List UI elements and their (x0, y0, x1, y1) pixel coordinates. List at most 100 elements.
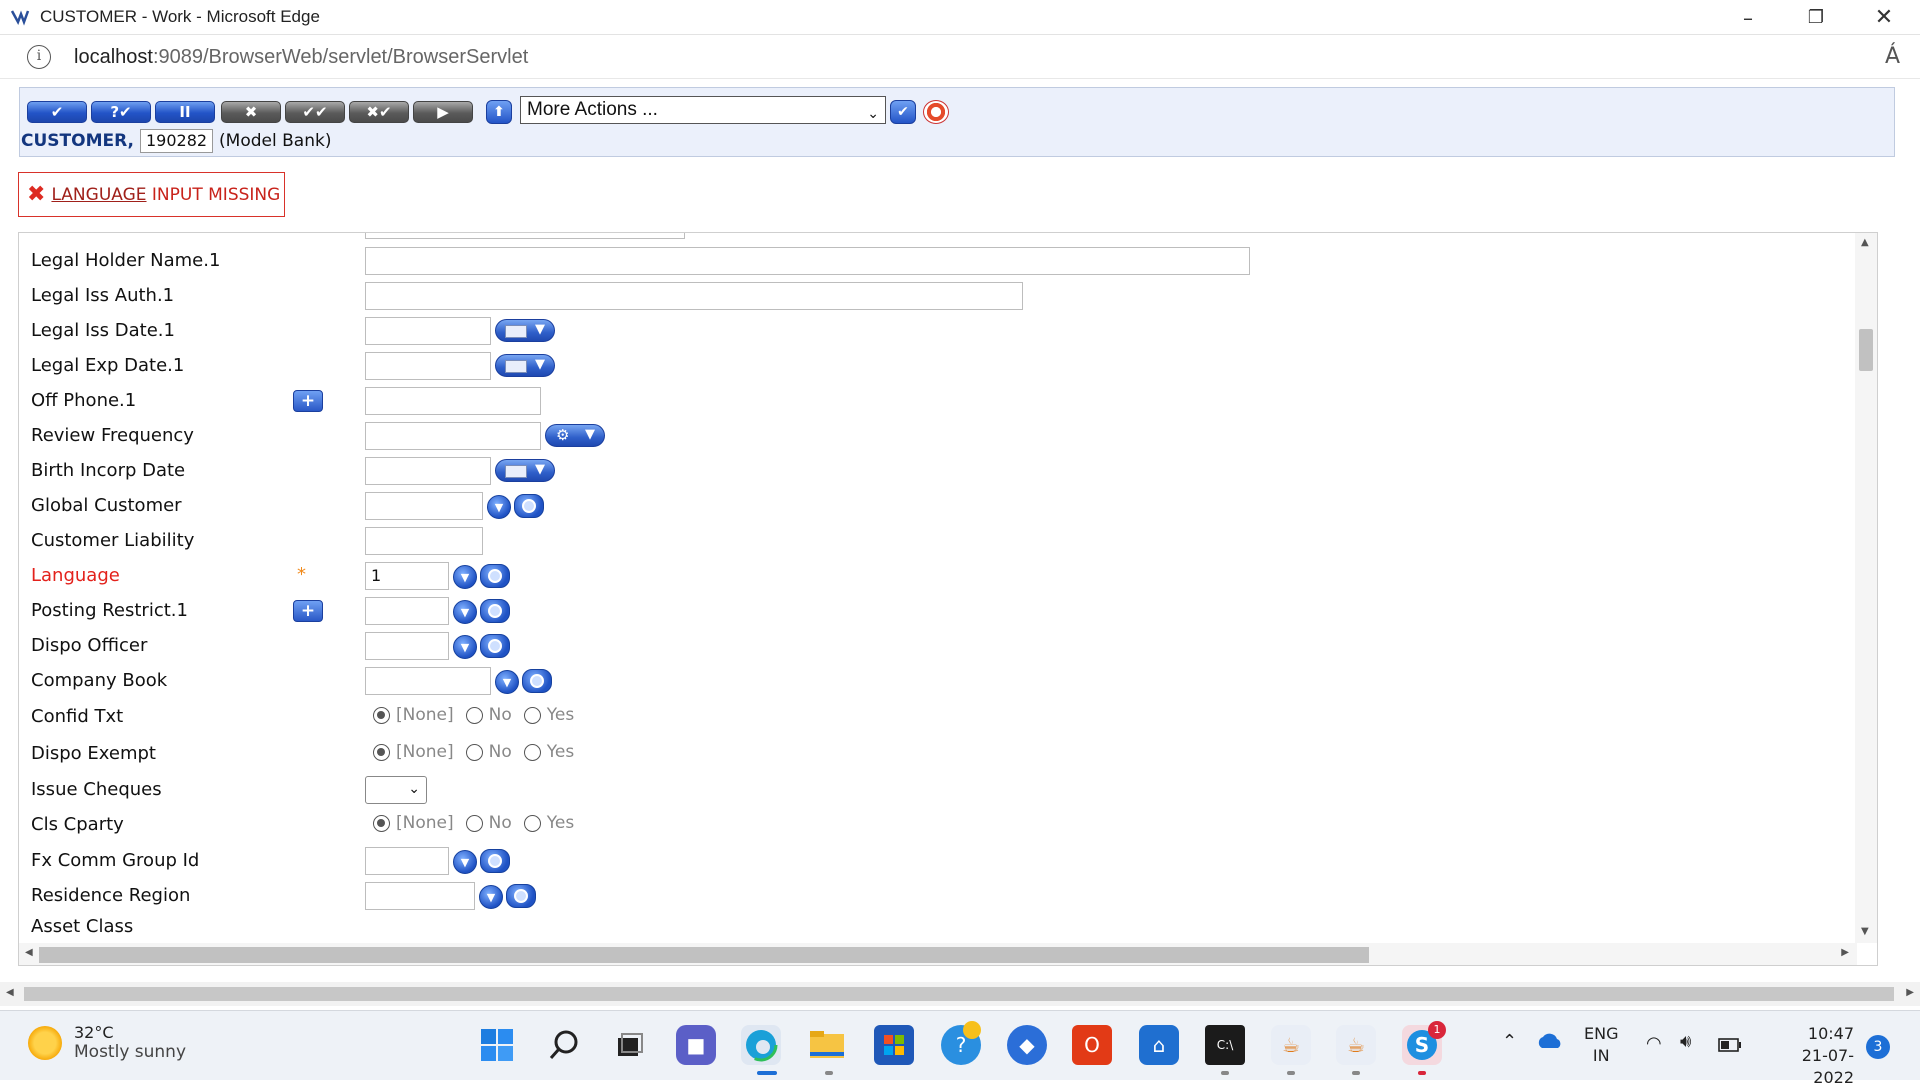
legal-exp-date-input[interactable] (365, 352, 491, 380)
error-field-link[interactable]: LANGUAGE (51, 185, 146, 205)
vpn-icon[interactable]: ◆ (1007, 1025, 1047, 1065)
radio-yes[interactable] (523, 743, 541, 761)
dropdown-button[interactable]: ▼ (453, 565, 477, 589)
read-aloud-icon[interactable]: Á (1885, 44, 1900, 69)
task-view-icon[interactable] (609, 1025, 649, 1065)
lookup-button[interactable] (522, 669, 552, 693)
scroll-right-icon[interactable]: ▶ (1841, 947, 1849, 958)
chevron-up-icon[interactable]: ⌃ (1502, 1031, 1517, 1052)
radio-none[interactable] (373, 743, 390, 761)
scrollbar-thumb[interactable] (24, 987, 1894, 1001)
dropdown-button[interactable]: ▼ (479, 885, 503, 909)
customer-liability-input[interactable] (365, 527, 483, 555)
form-vertical-scrollbar[interactable]: ▲ ▼ (1855, 233, 1877, 943)
global-customer-input[interactable] (365, 492, 483, 520)
calendar-button[interactable]: ▼ (495, 319, 555, 342)
lookup-button[interactable] (514, 494, 544, 518)
teams-chat-icon[interactable]: ■ (676, 1025, 716, 1065)
issue-cheques-select[interactable]: ⌄ (365, 776, 427, 804)
scroll-down-icon[interactable]: ▼ (1861, 926, 1869, 937)
lookup-button[interactable] (480, 599, 510, 623)
residence-region-input[interactable] (365, 882, 475, 910)
dispo-officer-input[interactable] (365, 632, 449, 660)
dropdown-button[interactable]: ▼ (453, 850, 477, 874)
radio-none[interactable] (373, 814, 390, 832)
legal-iss-auth-input[interactable] (365, 282, 1023, 310)
partial-input[interactable] (365, 233, 685, 239)
weather-widget[interactable]: 32°C Mostly sunny (28, 1023, 186, 1062)
frequency-button[interactable]: ⚙ ▼ (545, 424, 605, 447)
restore-button[interactable]: ❐ (1782, 0, 1850, 35)
lookup-button[interactable] (506, 884, 536, 908)
calendar-button[interactable]: ▼ (495, 354, 555, 377)
dropdown-button[interactable]: ▼ (453, 635, 477, 659)
scroll-right-icon[interactable]: ▶ (1906, 987, 1914, 998)
fx-comm-group-id-input[interactable] (365, 847, 449, 875)
authorise-button[interactable]: ✔✔ (285, 101, 345, 123)
address-bar[interactable]: i localhost:9089/BrowserWeb/servlet/Brow… (0, 36, 1920, 79)
minimize-button[interactable]: – (1714, 0, 1782, 35)
search-icon[interactable] (544, 1025, 584, 1065)
language-indicator[interactable]: ENG IN (1584, 1023, 1618, 1067)
legal-holder-name-input[interactable] (365, 247, 1250, 275)
delete-button[interactable]: ✖ (221, 101, 281, 123)
radio-none[interactable] (373, 706, 390, 724)
scroll-left-icon[interactable]: ◀ (25, 947, 33, 958)
upload-button[interactable]: ⬆ (486, 100, 512, 124)
scrollbar-thumb[interactable] (39, 947, 1369, 963)
site-info-icon[interactable]: i (27, 45, 51, 69)
posting-restrict-input[interactable] (365, 597, 449, 625)
next-button[interactable]: ▶ (413, 101, 473, 123)
edge-icon[interactable] (741, 1025, 781, 1065)
notification-count-badge[interactable]: 3 (1866, 1035, 1890, 1059)
java-icon-2[interactable]: ☕ (1336, 1025, 1376, 1065)
review-frequency-input[interactable] (365, 422, 541, 450)
company-book-input[interactable] (365, 667, 491, 695)
form-horizontal-scrollbar[interactable]: ◀ ▶ (19, 943, 1857, 965)
expand-multivalue-button[interactable]: + (293, 390, 323, 412)
expand-multivalue-button[interactable]: + (293, 600, 323, 622)
language-input[interactable]: 1 (365, 562, 449, 590)
radio-yes[interactable] (523, 814, 541, 832)
battery-icon[interactable] (1718, 1037, 1742, 1056)
more-actions-select[interactable]: More Actions ... ⌄ (520, 96, 886, 124)
office-icon[interactable]: O (1072, 1025, 1112, 1065)
scrollbar-thumb[interactable] (1859, 329, 1873, 371)
birth-incorp-date-input[interactable] (365, 457, 491, 485)
url-text[interactable]: localhost:9089/BrowserWeb/servlet/Browse… (74, 46, 528, 69)
wifi-icon[interactable]: ◠ (1646, 1033, 1662, 1054)
app-icon[interactable]: ⌂ (1139, 1025, 1179, 1065)
radio-no[interactable] (465, 706, 483, 724)
lookup-button[interactable] (480, 634, 510, 658)
windows-start-icon[interactable] (477, 1025, 517, 1065)
validate-button[interactable]: ?✔ (91, 101, 151, 123)
lookup-button[interactable] (480, 564, 510, 588)
go-button[interactable]: ✔ (890, 100, 916, 124)
radio-no[interactable] (465, 814, 483, 832)
commit-button[interactable]: ✔ (27, 101, 87, 123)
scroll-up-icon[interactable]: ▲ (1861, 237, 1869, 248)
terminal-icon[interactable]: C:\ (1205, 1025, 1245, 1065)
dropdown-button[interactable]: ▼ (487, 495, 511, 519)
radio-yes[interactable] (523, 706, 541, 724)
microsoft-store-icon[interactable] (874, 1025, 914, 1065)
onedrive-icon[interactable] (1536, 1033, 1564, 1053)
lookup-button[interactable] (480, 849, 510, 873)
help-button[interactable] (923, 100, 949, 124)
java-icon[interactable]: ☕ (1271, 1025, 1311, 1065)
close-window-button[interactable]: ✕ (1850, 0, 1918, 35)
hold-button[interactable]: II (155, 101, 215, 123)
scroll-left-icon[interactable]: ◀ (6, 987, 14, 998)
clock[interactable]: 10:47 21-07-2022 (1764, 1023, 1854, 1089)
legal-iss-date-input[interactable] (365, 317, 491, 345)
volume-icon[interactable]: 🔊︎ (1680, 1031, 1691, 1052)
radio-no[interactable] (465, 743, 483, 761)
form-row-customer-liability: Customer Liability (19, 527, 1859, 559)
off-phone-input[interactable] (365, 387, 541, 415)
calendar-button[interactable]: ▼ (495, 459, 555, 482)
reverse-button[interactable]: ✖✔ (349, 101, 409, 123)
page-horizontal-scrollbar[interactable]: ◀ ▶ (0, 982, 1920, 1006)
dropdown-button[interactable]: ▼ (453, 600, 477, 624)
dropdown-button[interactable]: ▼ (495, 670, 519, 694)
file-explorer-icon[interactable] (807, 1025, 847, 1065)
